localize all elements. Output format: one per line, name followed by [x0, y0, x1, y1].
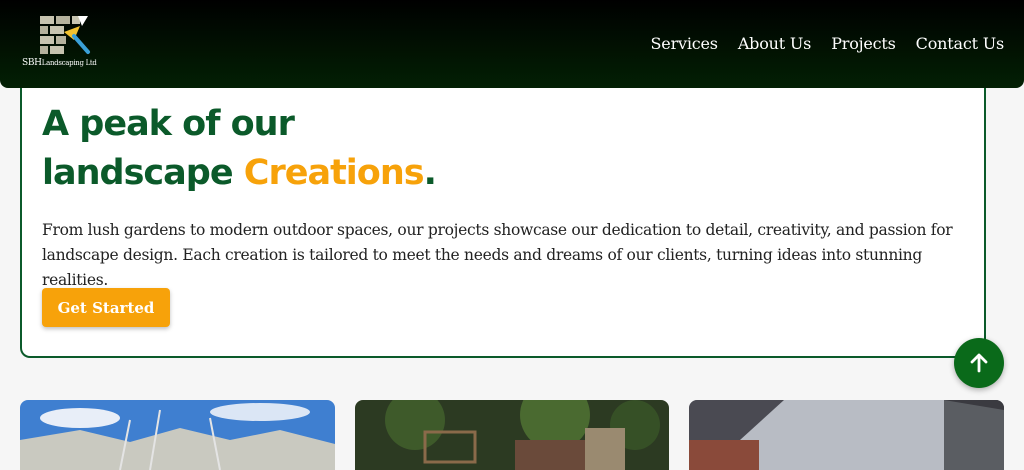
hero-title-line1: A peak of our — [42, 104, 295, 144]
brick-wall-trowel-icon — [40, 16, 90, 54]
project-image — [355, 400, 669, 470]
project-card-patio[interactable] — [355, 400, 669, 470]
scroll-to-top-button[interactable] — [954, 338, 1004, 388]
logo-subtext: Landscaping Ltd — [41, 59, 97, 67]
hero-title-line2: landscape — [42, 153, 244, 193]
project-card-house[interactable] — [689, 400, 1004, 470]
arrow-up-icon — [970, 353, 988, 373]
nav-projects[interactable]: Projects — [831, 34, 896, 53]
hero-title-suffix: . — [423, 153, 437, 193]
get-started-button[interactable]: Get Started — [42, 288, 170, 327]
logo-text: SBHLandscaping Ltd — [22, 58, 97, 68]
hero-title-accent: Creations — [243, 153, 425, 193]
hero-title: A peak of our landscape Creations. — [42, 100, 437, 198]
hero-section: A peak of our landscape Creations. From … — [20, 60, 986, 358]
project-image — [20, 400, 335, 470]
site-header: SBHLandscaping Ltd Services About Us Pro… — [0, 0, 1024, 88]
nav-about-us[interactable]: About Us — [738, 34, 812, 53]
project-card-garden[interactable] — [20, 400, 335, 470]
hero-description: From lush gardens to modern outdoor spac… — [42, 221, 953, 289]
main-nav: Services About Us Projects Contact Us — [651, 34, 1005, 53]
project-image — [689, 400, 1004, 470]
nav-services[interactable]: Services — [651, 34, 718, 53]
site-logo[interactable]: SBHLandscaping Ltd — [20, 14, 116, 72]
logo-brand: SBH — [22, 58, 42, 68]
nav-contact-us[interactable]: Contact Us — [916, 34, 1005, 53]
